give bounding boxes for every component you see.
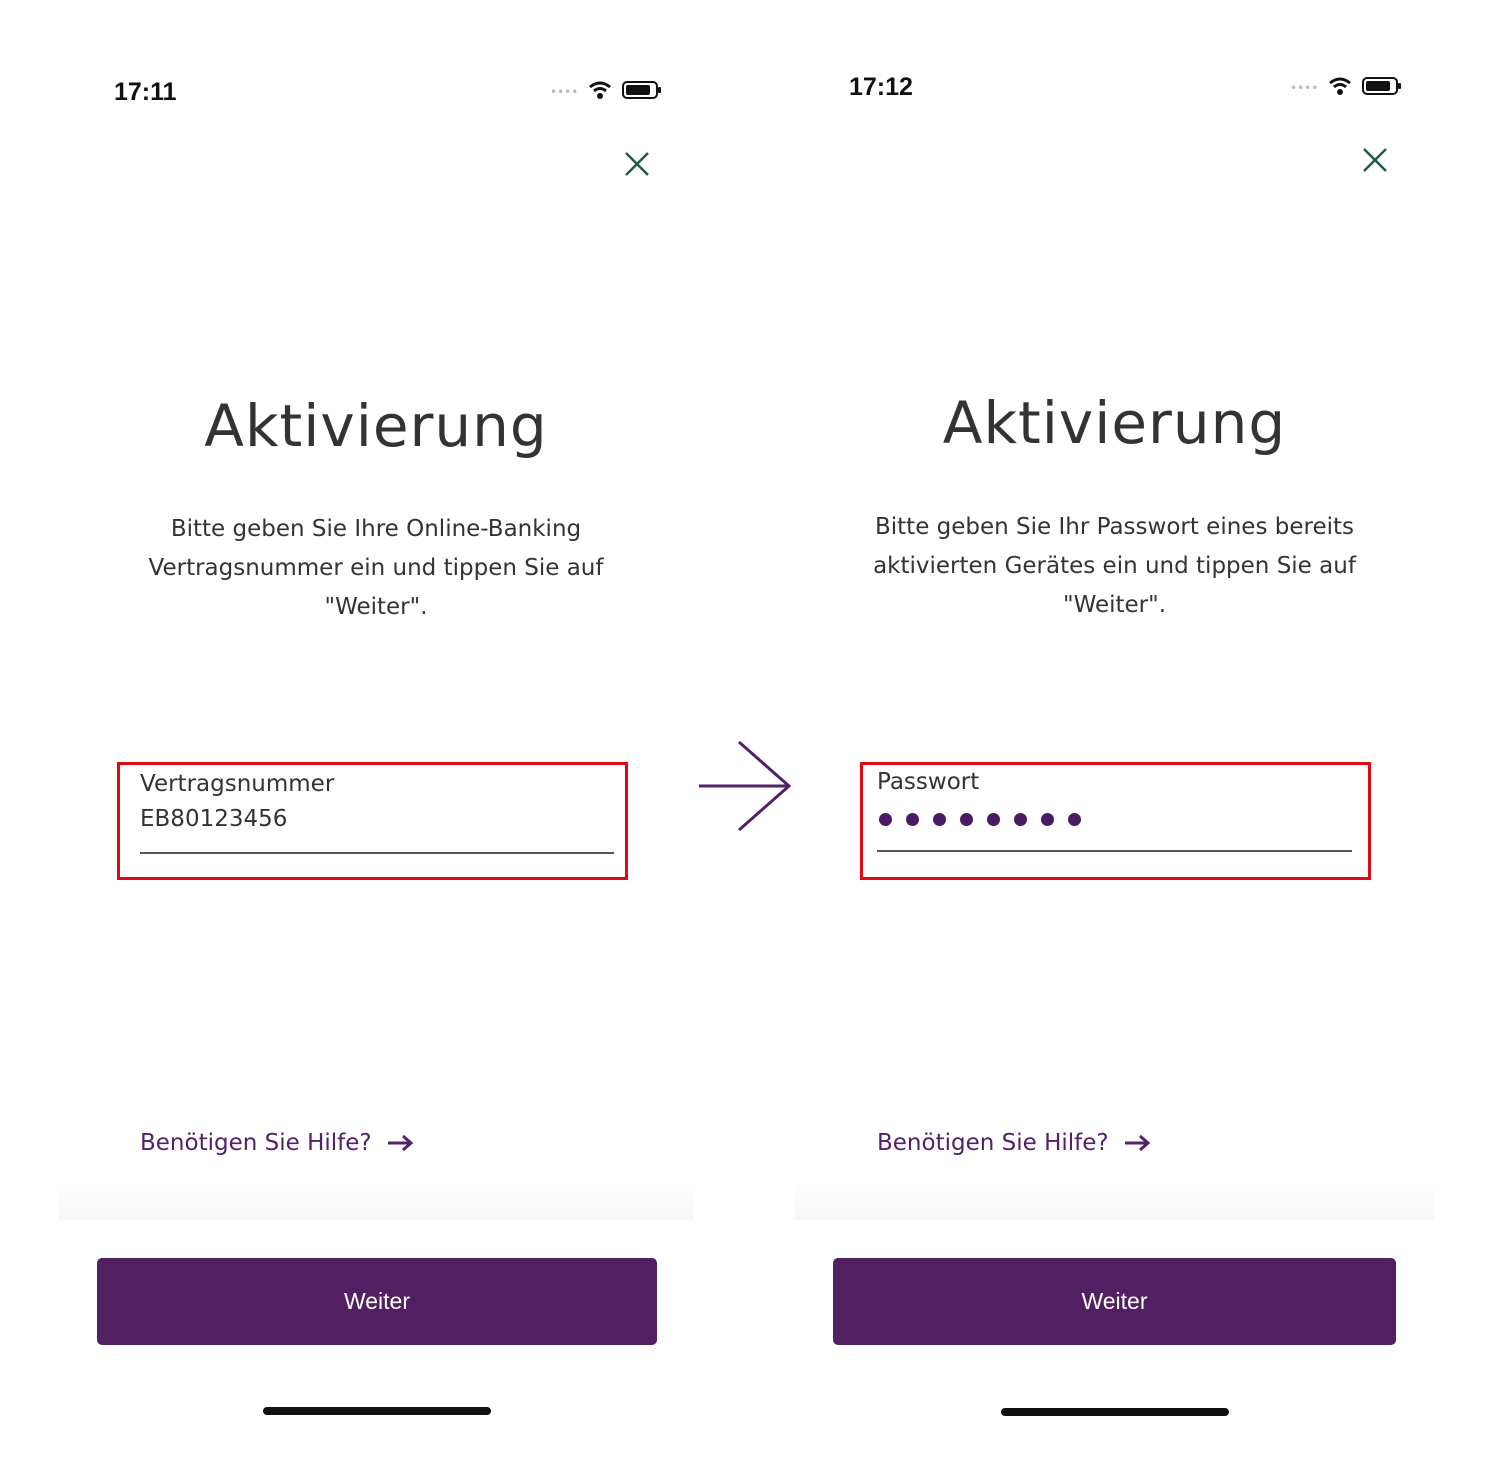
next-button[interactable]: Weiter: [97, 1258, 657, 1345]
status-icons: ••••: [550, 80, 662, 100]
input-underline: [140, 852, 614, 854]
password-mask-dot: [987, 813, 1000, 826]
help-link[interactable]: Benötigen Sie Hilfe?: [877, 1130, 1151, 1156]
description-line: "Weiter".: [324, 594, 428, 620]
password-mask-dot: [1014, 813, 1027, 826]
status-time: 17:11: [114, 78, 177, 106]
footer-divider: [795, 1180, 1434, 1220]
signal-icon: ••••: [1290, 81, 1319, 95]
footer-divider: [58, 1180, 694, 1220]
page-title: Aktivierung: [942, 389, 1287, 457]
password-input[interactable]: [879, 813, 1081, 826]
help-link-label: Benötigen Sie Hilfe?: [877, 1130, 1109, 1156]
description-line: "Weiter".: [1062, 592, 1167, 618]
next-button[interactable]: Weiter: [833, 1258, 1396, 1345]
signal-icon: ••••: [550, 85, 579, 99]
screen-contract-number: 17:11 •••• Aktivierung Bitte geben Sie I…: [58, 0, 694, 1476]
screen-password: 17:12 •••• Aktivierung Bitte geben Sie I…: [795, 0, 1434, 1476]
battery-icon: [1362, 77, 1402, 95]
arrow-right-icon: [387, 1134, 413, 1152]
battery-icon: [622, 81, 662, 99]
description-line: aktivierten Gerätes ein und tippen Sie a…: [873, 553, 1356, 579]
description-line: Bitte geben Sie Ihr Passwort eines berei…: [874, 514, 1354, 540]
wifi-icon: [589, 81, 612, 99]
page-title: Aktivierung: [204, 392, 548, 460]
status-icons: ••••: [1290, 76, 1402, 96]
contract-number-input[interactable]: EB80123456: [140, 806, 287, 832]
password-mask-dot: [1068, 813, 1081, 826]
arrow-right-icon: [699, 740, 792, 832]
home-indicator: [1001, 1408, 1229, 1416]
password-mask-dot: [879, 813, 892, 826]
status-time: 17:12: [849, 73, 913, 101]
input-underline: [877, 850, 1352, 852]
description-line: Vertragsnummer ein und tippen Sie auf: [148, 555, 604, 581]
close-icon[interactable]: [1360, 145, 1390, 175]
help-link-label: Benötigen Sie Hilfe?: [140, 1130, 372, 1156]
description-line: Bitte geben Sie Ihre Online-Banking: [170, 516, 582, 542]
close-icon[interactable]: [622, 149, 652, 179]
help-link[interactable]: Benötigen Sie Hilfe?: [140, 1130, 414, 1156]
contract-number-label: Vertragsnummer: [140, 771, 335, 797]
description-text: Bitte geben Sie Ihre Online-Banking Vert…: [98, 510, 654, 627]
password-mask-dot: [960, 813, 973, 826]
description-text: Bitte geben Sie Ihr Passwort eines berei…: [835, 508, 1394, 625]
arrow-right-icon: [1124, 1134, 1150, 1152]
wifi-icon: [1329, 77, 1352, 95]
password-label: Passwort: [877, 769, 980, 795]
home-indicator: [263, 1407, 491, 1415]
password-mask-dot: [1041, 813, 1054, 826]
password-mask-dot: [933, 813, 946, 826]
password-mask-dot: [906, 813, 919, 826]
